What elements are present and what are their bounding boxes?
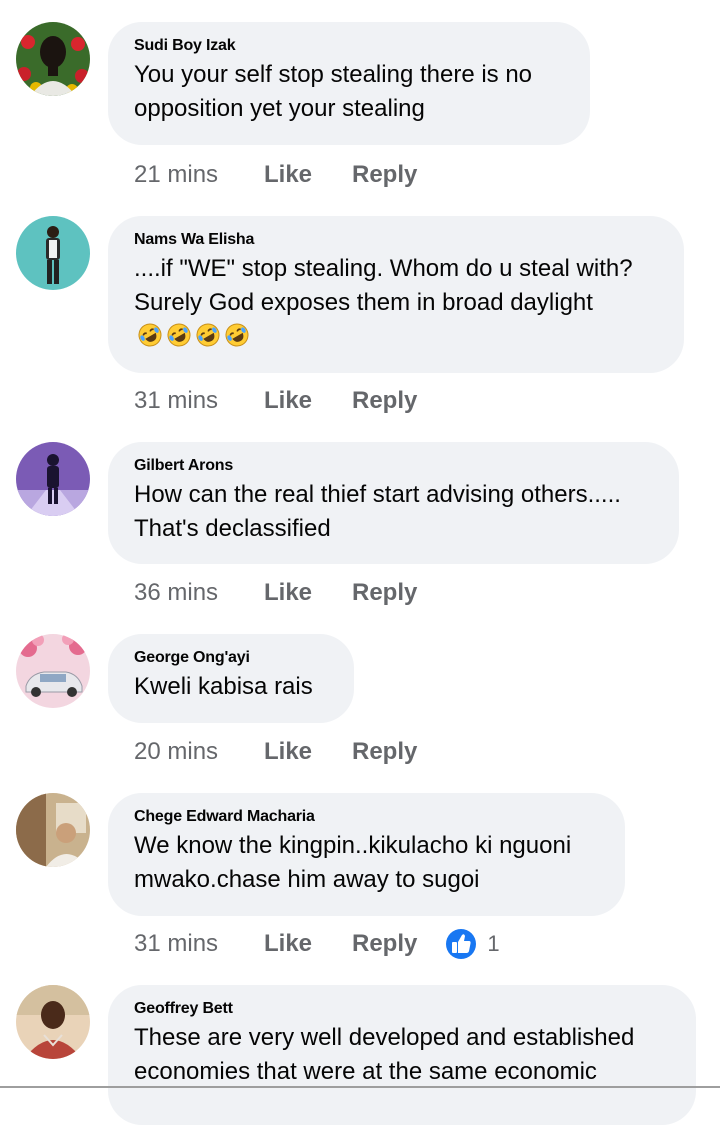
thumbs-up-icon xyxy=(444,927,479,961)
comment-timestamp[interactable]: 31 mins xyxy=(134,386,264,416)
comment-bubble: Gilbert Arons How can the real thief sta… xyxy=(108,442,679,564)
reaction-summary[interactable]: 1 xyxy=(443,926,500,962)
comment-author[interactable]: Sudi Boy Izak xyxy=(134,36,564,56)
rolling-on-floor-laughing-emoji-icon xyxy=(138,323,162,347)
comment-author[interactable]: Nams Wa Elisha xyxy=(134,230,658,250)
comment-author[interactable]: Chege Edward Macharia xyxy=(134,807,599,827)
comment-actions: 31 mins Like Reply 1 xyxy=(134,926,500,962)
rolling-on-floor-laughing-emoji-group xyxy=(134,322,250,358)
avatar[interactable] xyxy=(16,442,90,516)
comment-timestamp[interactable]: 31 mins xyxy=(134,929,264,959)
rolling-on-floor-laughing-emoji-icon xyxy=(196,323,220,347)
like-button[interactable]: Like xyxy=(264,578,352,608)
comment-text: These are very well developed and establ… xyxy=(134,1024,635,1085)
rolling-on-floor-laughing-emoji-icon xyxy=(225,323,249,347)
comment-text: ....if "WE" stop stealing. Whom do u ste… xyxy=(134,252,658,358)
reply-button[interactable]: Reply xyxy=(352,386,417,416)
rolling-on-floor-laughing-emoji-icon xyxy=(167,323,191,347)
comment-text-body: ....if "WE" stop stealing. Whom do u ste… xyxy=(134,255,633,316)
comment-author[interactable]: Gilbert Arons xyxy=(134,456,653,476)
comment-text: How can the real thief start advising ot… xyxy=(134,481,621,542)
avatar[interactable] xyxy=(16,985,90,1059)
comment-bubble: George Ong'ayi Kweli kabisa rais xyxy=(108,634,354,723)
comment-bubble: Chege Edward Macharia We know the kingpi… xyxy=(108,793,625,916)
comment-text: Kweli kabisa rais xyxy=(134,673,313,700)
comment-timestamp[interactable]: 36 mins xyxy=(134,578,264,608)
reaction-count: 1 xyxy=(487,931,500,956)
comment-author[interactable]: George Ong'ayi xyxy=(134,648,328,668)
comment-timestamp[interactable]: 21 mins xyxy=(134,160,264,190)
reply-button[interactable]: Reply xyxy=(352,929,417,959)
comment-text: We know the kingpin..kikulacho ki nguoni… xyxy=(134,832,572,893)
comment-text: You your self stop stealing there is no … xyxy=(134,61,533,122)
comment-actions: 36 mins Like Reply xyxy=(134,578,417,608)
divider xyxy=(0,1086,720,1088)
like-button[interactable]: Like xyxy=(264,386,352,416)
comment-bubble: Nams Wa Elisha ....if "WE" stop stealing… xyxy=(108,216,684,373)
comment-author[interactable]: Geoffrey Bett xyxy=(134,999,670,1019)
comment-actions: 31 mins Like Reply xyxy=(134,386,417,416)
comment-timestamp[interactable]: 20 mins xyxy=(134,737,264,767)
avatar[interactable] xyxy=(16,22,90,96)
like-button[interactable]: Like xyxy=(264,737,352,767)
avatar[interactable] xyxy=(16,634,90,708)
comment-actions: 20 mins Like Reply xyxy=(134,737,417,767)
comment-actions: 21 mins Like Reply xyxy=(134,160,417,190)
like-button[interactable]: Like xyxy=(264,160,352,190)
avatar[interactable] xyxy=(16,216,90,290)
avatar[interactable] xyxy=(16,793,90,867)
reply-button[interactable]: Reply xyxy=(352,737,417,767)
comment-bubble: Geoffrey Bett These are very well develo… xyxy=(108,985,696,1125)
comment-bubble: Sudi Boy Izak You your self stop stealin… xyxy=(108,22,590,145)
reply-button[interactable]: Reply xyxy=(352,578,417,608)
like-button[interactable]: Like xyxy=(264,929,352,959)
reply-button[interactable]: Reply xyxy=(352,160,417,190)
